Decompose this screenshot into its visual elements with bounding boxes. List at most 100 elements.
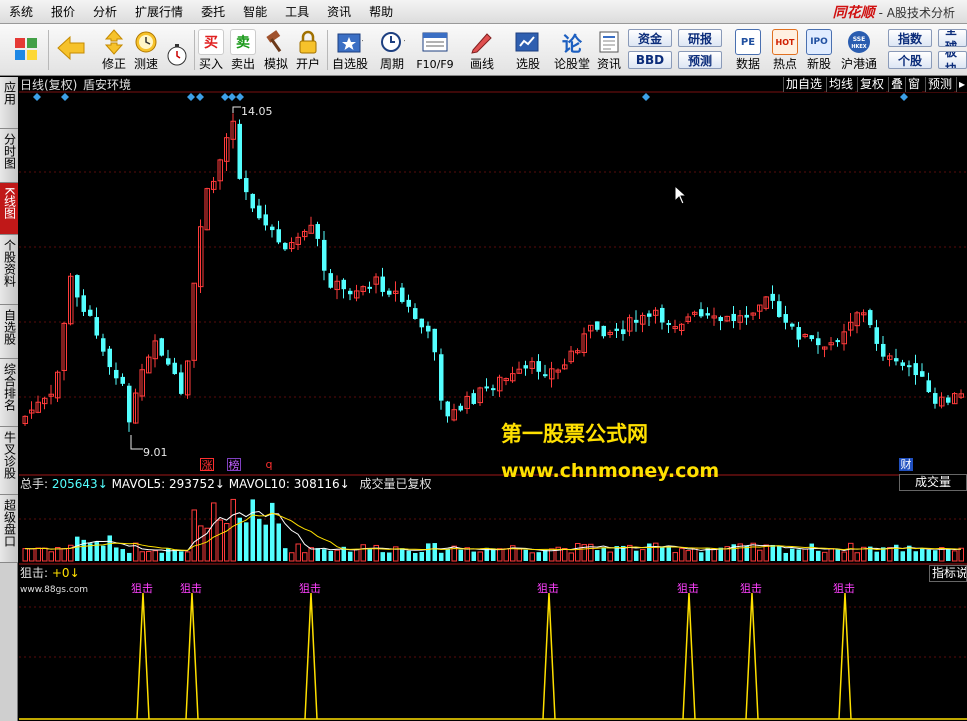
scroll-right-icon[interactable]: ▸ (956, 77, 967, 92)
candle-body (107, 348, 112, 368)
hk-connect-button[interactable]: SSE HKEX 沪港通 (840, 26, 878, 74)
volume-bar (302, 552, 308, 562)
menu-smart[interactable]: 智能 (234, 0, 276, 24)
f10-label: F10/F9 (416, 58, 454, 71)
research-button[interactable]: 研报 (678, 29, 722, 47)
back-button[interactable] (55, 26, 87, 74)
menu-extended-quote[interactable]: 扩展行情 (126, 0, 192, 24)
chart-canvas[interactable]: 狙击 狙击 狙击 狙击 狙击 狙击 狙击 (19, 77, 967, 721)
menu-news[interactable]: 资讯 (318, 0, 360, 24)
menu-system[interactable]: 系统 (0, 0, 42, 24)
ipo-button[interactable]: IPO 新股 (804, 26, 834, 74)
individual-stock-button[interactable]: 个股 (888, 51, 932, 69)
candle-body (270, 226, 275, 231)
ranking-flag[interactable]: 榜 (227, 458, 241, 472)
candle-body (419, 318, 424, 328)
mavol10-arrow-icon: ↓ (339, 477, 350, 491)
volume-panel-button[interactable]: 成交量 (899, 474, 967, 491)
sidebar-tab-diagnosis[interactable]: 牛叉诊股 (0, 427, 18, 495)
volume-bar (48, 551, 54, 562)
q-flag[interactable]: q (262, 458, 276, 471)
sidebar-tab-watchlist[interactable]: 自选股 (0, 305, 18, 359)
sidebar-tab-intraday[interactable]: 分时图 (0, 129, 18, 183)
menu-quote[interactable]: 报价 (42, 0, 84, 24)
mavol10-value: 308116 (293, 477, 340, 491)
event-diamond-icon (900, 93, 908, 101)
forum-button[interactable]: 论 论股堂 (553, 26, 591, 74)
bbd-button[interactable]: BBD (628, 51, 672, 69)
forecast-button[interactable]: 预测 (678, 51, 722, 69)
stock-select-button[interactable]: 选股 (508, 26, 548, 74)
event-diamond-icon (61, 93, 69, 101)
window-button[interactable]: 窗 (905, 77, 923, 92)
volume-bar (75, 536, 80, 561)
overlay-button[interactable]: 叠 (888, 77, 906, 92)
hot-button[interactable]: HOT 热点 (770, 26, 800, 74)
candle-body (926, 380, 931, 393)
menu-analysis[interactable]: 分析 (84, 0, 126, 24)
signal-label: 狙击 (131, 582, 153, 595)
adjust-button[interactable]: 复权 (857, 77, 887, 92)
volume-bar (367, 549, 372, 561)
menu-help[interactable]: 帮助 (360, 0, 402, 24)
simulate-button[interactable]: 模拟 (261, 26, 291, 74)
simulate-label: 模拟 (263, 57, 288, 71)
volume-bar (101, 545, 106, 561)
open-account-button[interactable]: 开户 (293, 26, 323, 74)
candle-body (257, 205, 262, 219)
sidebar-tab-stock-info[interactable]: 个股资料 (0, 235, 18, 305)
volume-bar (660, 547, 665, 561)
sell-icon: 卖 (230, 29, 256, 55)
sidebar-tab-apps[interactable]: 应用 (0, 77, 18, 129)
global-button[interactable]: 全球 (938, 29, 967, 47)
watchlist-button[interactable]: 自选股 (330, 26, 370, 74)
volume-bar (653, 542, 659, 562)
hot-icon: HOT (772, 29, 798, 55)
period-button[interactable]: 周期 (374, 26, 410, 74)
signal-label: 狙击 (833, 582, 855, 595)
sidebar-tab-level2[interactable]: 超级盘口 (0, 495, 18, 563)
ma-button[interactable]: 均线 (826, 77, 856, 92)
f10-icon (422, 29, 448, 55)
data-label: 数据 (735, 57, 760, 71)
sidebar-tab-ranking[interactable]: 综合排名 (0, 359, 18, 427)
up-down-arrow-icon (101, 29, 127, 55)
candle-body (400, 287, 405, 302)
candle-body (120, 376, 125, 384)
volume-bar (672, 552, 678, 562)
candle-body (101, 338, 106, 352)
data-button[interactable]: PE 数据 (732, 26, 764, 74)
buy-button[interactable]: 买 买入 (197, 26, 225, 74)
speed-test-button[interactable]: 测速 (130, 26, 162, 74)
sell-button[interactable]: 卖 卖出 (229, 26, 257, 74)
volume-bar (828, 548, 834, 562)
index-button[interactable]: 指数 (888, 29, 932, 47)
sidebar-tab-kline[interactable]: K线图 (0, 183, 18, 235)
volume-bar (640, 549, 646, 562)
sector-button[interactable]: 板块 (938, 51, 967, 69)
revise-button[interactable]: 修正 (98, 26, 130, 74)
high-price-label: 14.05 (241, 105, 273, 118)
forecast-chart-button[interactable]: 预测 (925, 77, 955, 92)
finance-flag[interactable]: 财 (899, 458, 913, 471)
add-watchlist-button[interactable]: 加自选 (783, 77, 825, 92)
volume-bar (250, 499, 255, 561)
candle-body (796, 327, 801, 340)
volume-bar (244, 522, 249, 561)
capital-button[interactable]: 资金 (628, 29, 672, 47)
limit-up-flag[interactable]: 涨 (200, 458, 214, 472)
f10-button[interactable]: F10/F9 (414, 26, 456, 74)
news-button[interactable]: 资讯 (594, 26, 624, 74)
stopwatch-button[interactable] (162, 26, 192, 74)
menu-trade[interactable]: 委托 (192, 0, 234, 24)
draw-line-button[interactable]: 画线 (462, 26, 502, 74)
kline-chart-area[interactable]: 狙击 狙击 狙击 狙击 狙击 狙击 狙击 日线(复权) 盾安环境 加自选 均线 复权 叠 窗… (19, 77, 967, 721)
windows-button[interactable] (10, 26, 42, 74)
menu-tools[interactable]: 工具 (276, 0, 318, 24)
volume-bar (744, 545, 749, 561)
volume-bar (328, 550, 333, 561)
sidebar-tab-label: 超级盘口 (2, 499, 17, 547)
indicator-help-button[interactable]: 指标说 (929, 565, 967, 582)
candle-body (172, 362, 177, 375)
candle-body (835, 340, 840, 343)
